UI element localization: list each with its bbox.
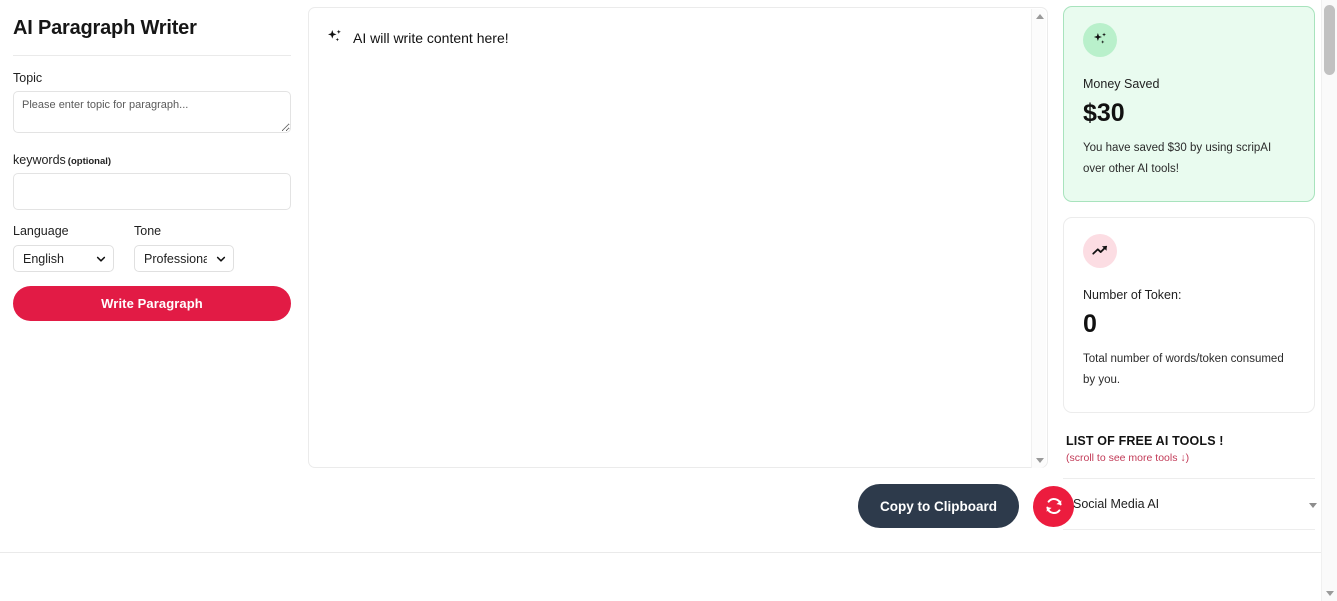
content-placeholder: AI will write content here! [309, 8, 1047, 47]
page-scrollbar[interactable] [1321, 0, 1337, 601]
token-count-value: 0 [1083, 310, 1097, 338]
tools-header: LIST OF FREE AI TOOLS ! (scroll to see m… [1063, 434, 1315, 464]
sparkle-icon [1093, 32, 1106, 44]
content-area: AI will write content here! [308, 7, 1048, 468]
language-group: Language English [13, 224, 114, 272]
money-saved-description: You have saved $30 by using scripAI over… [1083, 142, 1272, 175]
token-card-icon-wrap [1083, 234, 1117, 268]
copy-to-clipboard-button[interactable]: Copy to Clipboard [858, 484, 1019, 528]
keywords-label: keywords (optional) [13, 153, 292, 167]
scroll-down-arrow-icon[interactable] [1032, 453, 1047, 468]
scroll-up-arrow-icon[interactable] [1032, 9, 1047, 24]
tone-label: Tone [134, 224, 162, 238]
language-label: Language [13, 224, 69, 238]
page-scrollbar-thumb[interactable] [1324, 5, 1335, 75]
tools-scroll-down-icon[interactable] [1309, 503, 1317, 508]
keywords-label-text: keywords [13, 153, 66, 167]
tone-select-wrap: Professional [134, 245, 234, 272]
topic-label: Topic [13, 71, 43, 85]
list-item[interactable]: Social Media AI [1063, 479, 1315, 529]
money-saved-card: Money Saved $30 You have saved $30 by us… [1063, 6, 1315, 202]
token-count-card: Number of Token: 0 Total number of words… [1063, 217, 1315, 413]
money-saved-title: Money Saved [1083, 77, 1160, 91]
tone-group: Tone Professional [134, 224, 234, 272]
action-buttons: Copy to Clipboard [858, 484, 1074, 528]
tools-heading: LIST OF FREE AI TOOLS ! [1066, 434, 1224, 448]
trending-up-icon [1092, 245, 1108, 255]
write-paragraph-button[interactable]: Write Paragraph [13, 286, 291, 321]
content-placeholder-text: AI will write content here! [353, 29, 509, 46]
page-scroll-down-icon[interactable] [1322, 585, 1337, 601]
tone-select[interactable]: Professional [134, 245, 234, 272]
token-count-description: Total number of words/token consumed by … [1083, 353, 1284, 386]
keywords-input[interactable] [13, 173, 291, 210]
sidebar: AI Paragraph Writer Topic keywords(optio… [0, 0, 305, 601]
tools-subheading: (scroll to see more tools ↓) [1066, 452, 1190, 464]
title-divider [13, 55, 291, 56]
token-count-title: Number of Token: [1083, 288, 1182, 302]
money-card-icon-wrap [1083, 23, 1117, 57]
right-panel: Money Saved $30 You have saved $30 by us… [1063, 6, 1317, 601]
bottom-divider [0, 552, 1321, 553]
content-scrollbar[interactable] [1031, 9, 1046, 468]
refresh-icon [1045, 498, 1062, 514]
keywords-optional-tag: (optional) [67, 156, 112, 167]
select-row: Language English Tone Professional [13, 224, 292, 272]
app-root: AI Paragraph Writer Topic keywords(optio… [0, 0, 1337, 601]
content-output-box[interactable]: AI will write content here! [308, 7, 1048, 468]
language-select[interactable]: English [13, 245, 114, 272]
topic-input[interactable] [13, 91, 291, 133]
sparkle-icon [328, 29, 341, 42]
page-title: AI Paragraph Writer [13, 17, 197, 39]
language-select-wrap: English [13, 245, 114, 272]
tools-divider-bottom [1063, 529, 1315, 530]
money-saved-value: $30 [1083, 99, 1125, 127]
